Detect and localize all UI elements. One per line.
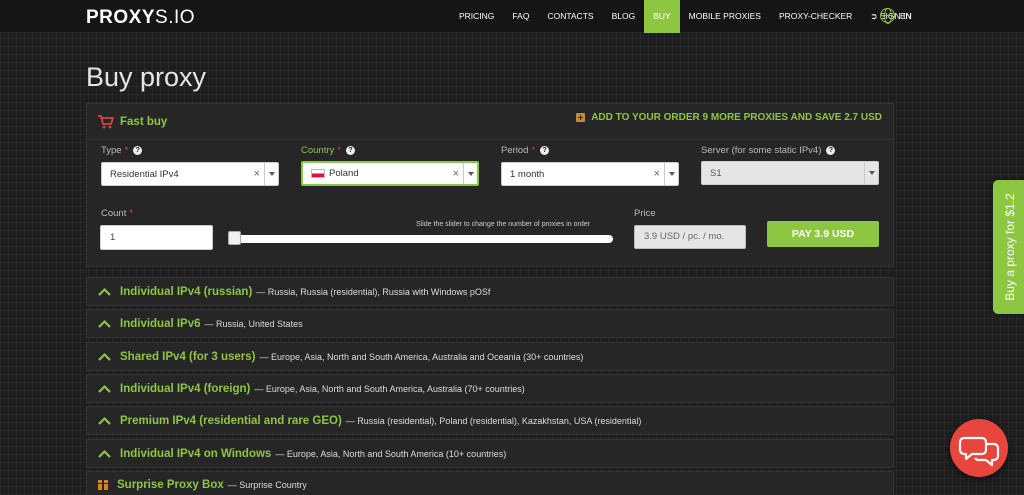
count-label: Count * [101, 208, 133, 219]
period-label: Period *? [501, 145, 550, 156]
page-title: Buy proxy [86, 62, 207, 92]
category-desc: — Europe, Asia, North and South America,… [254, 383, 525, 394]
required-mark: * [124, 145, 129, 156]
category-row[interactable]: Shared IPv4 (for 3 users) — Europe, Asia… [86, 342, 894, 371]
buy-proxy-side-tab[interactable]: Buy a proxy for $1.2 [993, 180, 1024, 314]
pay-button[interactable]: PAY 3.9 USD [767, 221, 879, 247]
category-title: Premium IPv4 (residential and rare GEO) [120, 414, 342, 427]
nav-blog[interactable]: BLOG [603, 0, 645, 33]
count-input[interactable]: 1 [100, 225, 213, 250]
nav-pricing[interactable]: PRICING [450, 0, 503, 33]
sign-in-icon: ➲ [870, 11, 878, 21]
category-row[interactable]: Premium IPv4 (residential and rare GEO) … [86, 406, 894, 435]
slider-hint: Slide the slider to change the number of… [416, 221, 590, 228]
chevron-up-icon [98, 384, 111, 393]
count-slider-handle[interactable] [228, 231, 241, 245]
nav-contacts[interactable]: CONTACTS [538, 0, 602, 33]
category-title: Individual IPv4 (foreign) [120, 382, 251, 395]
country-value: Poland [329, 168, 359, 179]
nav-proxy-checker[interactable]: PROXY-CHECKER [770, 0, 861, 33]
type-value: Residential IPv4 [110, 168, 179, 180]
globe-icon [880, 8, 895, 24]
price-label-text: Price [634, 208, 656, 219]
nav-mobile-proxies[interactable]: MOBILE PROXIES [680, 0, 770, 33]
category-row[interactable]: Individual IPv6 — Russia, United States [86, 309, 894, 338]
chevron-up-icon [98, 416, 111, 425]
promo-link[interactable]: ADD TO YOUR ORDER 9 MORE PROXIES AND SAV… [576, 112, 882, 123]
category-title: Shared IPv4 (for 3 users) [120, 350, 256, 363]
category-desc: — Russia, United States [204, 318, 303, 329]
server-label: Server (for some static IPv4)? [701, 145, 836, 156]
clear-icon[interactable]: × [254, 168, 260, 180]
nav-buy[interactable]: BUY [644, 0, 680, 33]
required-mark: * [531, 145, 536, 156]
clear-icon[interactable]: × [453, 168, 459, 180]
chevron-up-icon [98, 449, 111, 458]
cart-icon [98, 115, 114, 129]
category-title: Individual IPv4 (russian) [120, 285, 253, 298]
period-value: 1 month [510, 168, 545, 180]
chat-button[interactable] [950, 419, 1008, 477]
poland-flag-icon [311, 169, 325, 178]
chevron-down-icon[interactable] [463, 163, 477, 184]
chevron-down-icon[interactable] [664, 163, 678, 185]
chevron-up-icon [98, 287, 111, 296]
country-label-text: Country [301, 145, 335, 156]
help-icon[interactable]: ? [345, 146, 355, 155]
category-desc: — Europe, Asia, North and South America … [275, 448, 507, 459]
side-tab-label: Buy a proxy for $1.2 [1003, 193, 1017, 301]
server-select: S1 [701, 161, 879, 185]
main-nav: PRICING FAQ CONTACTS BLOG BUY MOBILE PRO… [450, 0, 920, 33]
category-desc: — Russia (residential), Poland (resident… [345, 415, 642, 426]
chat-icon [958, 436, 1000, 467]
category-title: Surprise Proxy Box [117, 478, 224, 491]
type-label: Type *? [101, 145, 143, 156]
count-label-text: Count [101, 208, 127, 219]
category-row[interactable]: Surprise Proxy Box — Surprise Country [86, 471, 894, 495]
type-label-text: Type [101, 145, 122, 156]
chevron-down-icon[interactable] [264, 163, 278, 185]
category-desc: — Surprise Country [227, 479, 307, 490]
language-label: EN [900, 10, 912, 21]
server-value: S1 [710, 167, 722, 179]
country-label: Country *? [301, 145, 355, 156]
price-field: 3.9 USD / pc. / mo. [634, 225, 746, 249]
help-icon[interactable]: ? [826, 146, 836, 155]
plus-icon [576, 113, 586, 122]
required-mark: * [337, 145, 341, 156]
chevron-up-icon [98, 319, 111, 328]
logo-main: PROXY [86, 7, 156, 28]
category-row[interactable]: Individual IPv4 (russian) — Russia, Russ… [86, 277, 894, 306]
period-label-text: Period [501, 145, 529, 156]
top-navbar: PROXYS.IO PRICING FAQ CONTACTS BLOG BUY … [0, 0, 1024, 33]
server-label-text: Server (for some static IPv4) [701, 145, 822, 156]
nav-faq[interactable]: FAQ [503, 0, 538, 33]
period-select[interactable]: 1 month × [501, 162, 679, 186]
type-select[interactable]: Residential IPv4 × [101, 162, 279, 186]
fast-buy-title: Fast buy [120, 116, 168, 128]
help-icon[interactable]: ? [133, 146, 143, 155]
category-title: Individual IPv4 on Windows [120, 447, 272, 460]
count-slider-track[interactable] [229, 235, 613, 243]
category-desc: — Europe, Asia, North and South America,… [259, 351, 584, 362]
gift-icon [98, 479, 108, 490]
help-icon[interactable]: ? [540, 146, 550, 155]
promo-text: ADD TO YOUR ORDER 9 MORE PROXIES AND SAV… [591, 112, 882, 123]
logo[interactable]: PROXYS.IO [86, 7, 195, 29]
logo-tld: S.IO [155, 7, 196, 28]
chevron-down-icon [864, 162, 878, 184]
country-select[interactable]: Poland × [301, 161, 479, 186]
required-mark: * [129, 208, 134, 219]
language-selector[interactable]: EN [880, 8, 912, 24]
price-label: Price [634, 208, 656, 219]
category-row[interactable]: Individual IPv4 (foreign) — Europe, Asia… [86, 374, 894, 403]
category-desc: — Russia, Russia (residential), Russia w… [256, 286, 491, 297]
fast-buy-header: Fast buy ADD TO YOUR ORDER 9 MORE PROXIE… [87, 104, 893, 140]
category-row[interactable]: Individual IPv4 on Windows — Europe, Asi… [86, 439, 894, 468]
clear-icon[interactable]: × [654, 168, 660, 180]
chevron-up-icon [98, 352, 111, 361]
category-title: Individual IPv6 [120, 317, 201, 330]
